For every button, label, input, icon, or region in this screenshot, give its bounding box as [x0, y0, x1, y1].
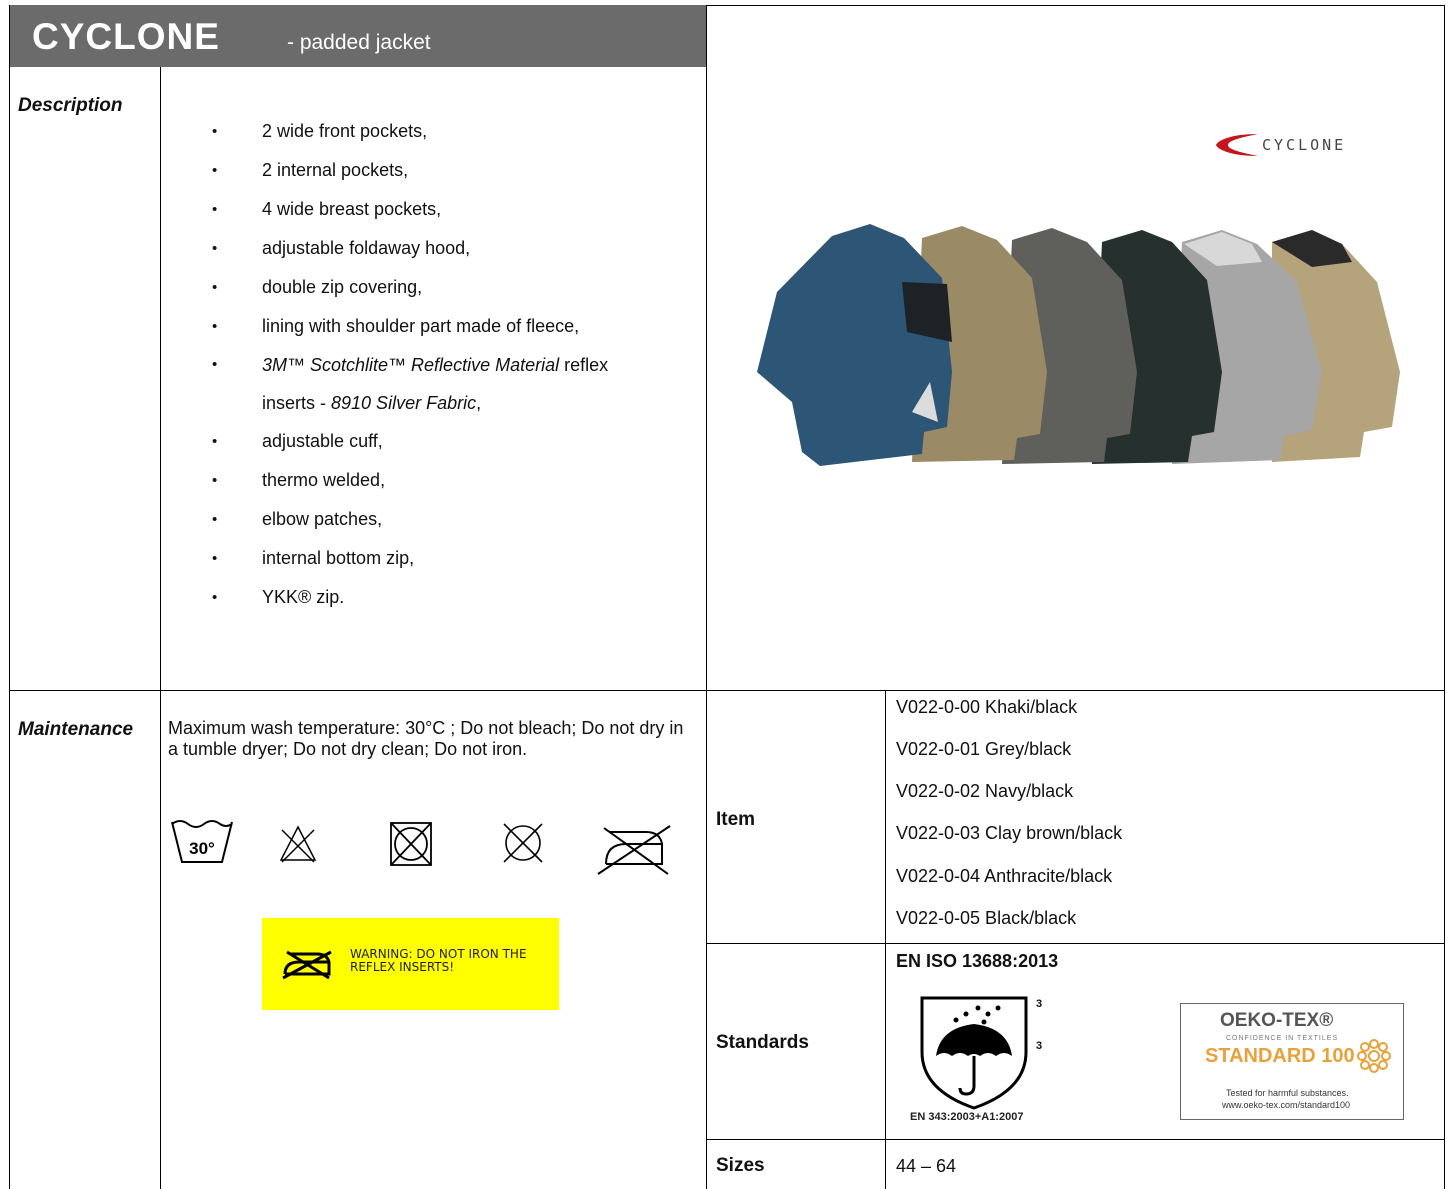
reflective-brand: 3M™ Scotchlite™ Reflective Material [262, 355, 560, 375]
variant-item: V022-0-00 Khaki/black [896, 697, 1078, 717]
table-border-top-right [706, 5, 1445, 6]
description-label: Description [18, 95, 123, 116]
sizes-value: 44 – 64 [896, 1156, 957, 1176]
item-label: Item [716, 809, 756, 830]
feature-list: 2 wide front pockets, 2 internal pockets… [212, 112, 692, 617]
divider-main-vertical [706, 5, 707, 1189]
en343-level-2: 3 [1036, 1040, 1043, 1052]
reflective-text: reflex [559, 355, 609, 375]
feature-item: double zip covering, [212, 268, 692, 307]
no-iron-icon [597, 825, 671, 875]
sizes-label: Sizes [716, 1155, 765, 1176]
reflective-text-3: , [476, 393, 482, 413]
oeko-tex-flower-icon [1357, 1039, 1391, 1073]
standard-norm: EN ISO 13688:2013 [896, 951, 1059, 971]
oeko-tex-confidence: CONFIDENCE IN TEXTILES [1226, 1035, 1339, 1042]
divider-row-maintenance [9, 690, 1445, 691]
warning-text: WARNING: DO NOT IRON THE REFLEX INSERTS! [350, 948, 527, 974]
oeko-tex-tested: Tested for harmful substances. [1226, 1088, 1349, 1098]
feature-item: 2 internal pockets, [212, 151, 692, 190]
feature-item: 2 wide front pockets, [212, 112, 692, 151]
wash-30-icon: 30° [171, 820, 233, 863]
en343-level-1: 3 [1036, 998, 1043, 1010]
warning-line-2: REFLEX INSERTS! [350, 960, 455, 974]
table-border-right [1444, 5, 1445, 1189]
cyclone-logo-text: CYCLONE [1262, 136, 1347, 154]
maintenance-label: Maintenance [18, 719, 134, 740]
feature-item: lining with shoulder part made of fleece… [212, 307, 692, 346]
cyclone-swoosh-icon [1216, 134, 1258, 156]
variant-item: V022-0-02 Navy/black [896, 781, 1074, 801]
cyclone-logo [1212, 132, 1260, 163]
no-bleach-icon [279, 825, 317, 863]
standards-label: Standards [716, 1032, 809, 1053]
feature-item: elbow patches, [212, 500, 692, 539]
divider-detail-vertical [885, 690, 886, 1189]
no-iron-warning-icon [282, 950, 332, 980]
variant-item: V022-0-05 Black/black [896, 908, 1077, 928]
maintenance-instructions: Maximum wash temperature: 30°C ; Do not … [168, 718, 684, 759]
divider-row-sizes [706, 1139, 1445, 1140]
jackets-image [757, 224, 1400, 466]
feature-item: thermo welded, [212, 461, 692, 500]
en343-rain-protection-icon [920, 996, 1028, 1110]
feature-item: YKK® zip. [212, 578, 692, 617]
no-dry-clean-icon [503, 823, 543, 863]
oeko-tex-name: OEKO-TEX® [1220, 1010, 1334, 1031]
feature-item: adjustable foldaway hood, [212, 229, 692, 268]
no-tumble-dry-icon [390, 822, 432, 866]
product-subtitle: - padded jacket [287, 31, 431, 54]
feature-item: 4 wide breast pockets, [212, 190, 692, 229]
feature-item: adjustable cuff, [212, 422, 692, 461]
feature-item: internal bottom zip, [212, 539, 692, 578]
variant-item: V022-0-01 Grey/black [896, 739, 1072, 759]
feature-item-reflective: 3M™ Scotchlite™ Reflective Material refl… [212, 346, 692, 422]
oeko-tex-url: www.oeko-tex.com/standard100 [1222, 1100, 1351, 1110]
reflective-text-2: inserts - [262, 393, 332, 413]
divider-label-column [160, 67, 161, 1189]
variant-item: V022-0-04 Anthracite/black [896, 866, 1113, 886]
oeko-tex-standard: STANDARD 100 [1205, 1045, 1355, 1067]
svg-text:30°: 30° [189, 839, 215, 858]
variant-item: V022-0-03 Clay brown/black [896, 823, 1123, 843]
divider-row-standards [706, 943, 1445, 944]
table-border-left [9, 5, 10, 1189]
en343-caption: EN 343:2003+A1:2007 [910, 1111, 1024, 1123]
product-name: CYCLONE [32, 16, 220, 57]
jacket-navy [757, 224, 952, 466]
reflective-fabric: 8910 Silver Fabric [331, 393, 477, 413]
